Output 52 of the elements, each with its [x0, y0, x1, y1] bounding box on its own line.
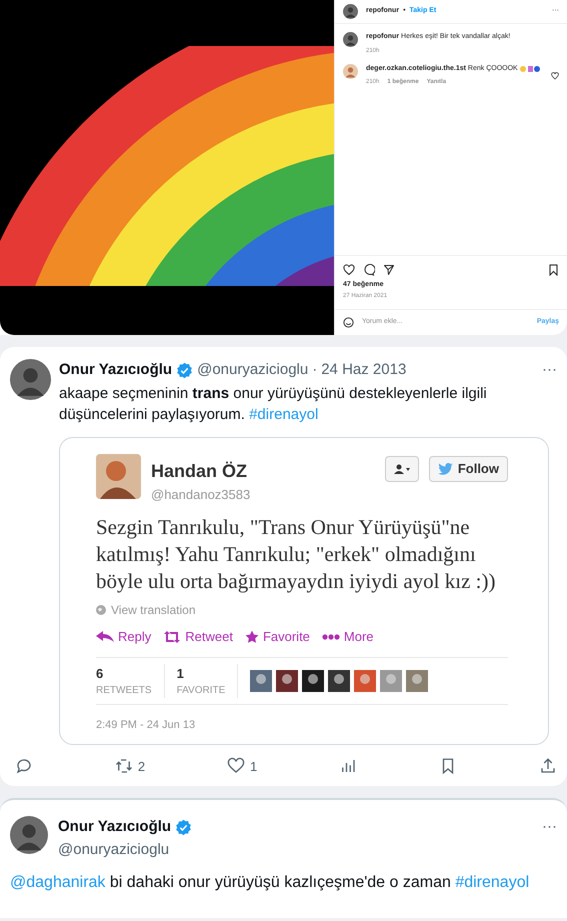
star-icon	[244, 630, 259, 644]
author-handle[interactable]: @onuryazicioglu	[197, 359, 308, 382]
tweet-text: akaape seçmeninin trans onur yürüyüşünü destekleyenlerle ilgili düşüncelerini paylaşıyorum. #direnayol	[59, 384, 488, 424]
retweet-action[interactable]: Retweet	[163, 627, 233, 646]
separator: ·	[312, 360, 318, 380]
reply-button[interactable]	[15, 757, 33, 776]
share-icon	[539, 757, 557, 776]
follow-button[interactable]: Follow	[428, 456, 508, 482]
avatar-icon[interactable]	[328, 670, 350, 692]
avatar-icon[interactable]	[276, 670, 298, 692]
avatar-icon	[10, 359, 51, 400]
tweet-date[interactable]: 24 Haz 2013	[321, 359, 406, 382]
stat-count[interactable]: 6	[96, 664, 152, 683]
tweet-text: @daghanirak bi dahaki onur yürüyüşü kazlıçeşme'de o zaman #direnayol	[10, 873, 530, 893]
retweet-icon	[163, 630, 182, 643]
author-handle[interactable]: @onuryazicioglu	[58, 838, 192, 861]
dots-icon	[322, 634, 340, 640]
avatar-icon	[10, 816, 48, 854]
like-icon	[227, 757, 246, 776]
bird-icon	[438, 462, 453, 474]
reply-action[interactable]: Reply	[96, 627, 152, 646]
reply-icon	[15, 757, 33, 776]
avatar-icon	[96, 454, 141, 498]
heart-icon[interactable]	[343, 264, 355, 276]
comment-icon[interactable]	[363, 264, 375, 276]
more-action[interactable]: More	[322, 627, 374, 646]
reply-arrow-icon	[96, 631, 114, 642]
person-icon	[394, 464, 410, 474]
timestamp: 2:49 PM - 24 Jun 13	[96, 718, 196, 733]
avatar-icon	[343, 4, 358, 19]
author-name[interactable]: Onur Yazıcıoğlu	[58, 816, 172, 838]
globe-icon	[96, 605, 106, 615]
quoted-tweet-text: Sezgin Tanrıkulu, "Trans Onur Yürüyüşü"ne katılmış! Yahu Tanrıkulu; "erkek" olmadığını böyle ulu orta bağırmayaydın iyiydi ayol kız :))	[96, 514, 496, 595]
retweet-icon	[114, 757, 133, 776]
avatar-icon	[343, 32, 358, 47]
avatar-icon[interactable]	[302, 670, 324, 692]
more-button[interactable]: ···	[542, 359, 557, 382]
favorite-action[interactable]: Favorite	[244, 627, 310, 646]
heart-icon[interactable]	[551, 72, 559, 80]
emoji-icon	[520, 66, 540, 72]
bookmark-icon[interactable]	[548, 264, 559, 276]
share-button[interactable]	[539, 757, 557, 776]
avatar-icon	[343, 64, 358, 78]
more-button[interactable]: ···	[542, 816, 557, 838]
emoji-icon[interactable]	[343, 317, 354, 328]
user-menu-button[interactable]	[384, 456, 419, 482]
send-icon[interactable]	[383, 264, 395, 276]
stat-count[interactable]: 1	[176, 664, 226, 683]
retweet-button[interactable]: 2	[114, 756, 146, 776]
like-button[interactable]: 1	[227, 756, 258, 776]
author-name[interactable]: Handan ÖZ	[151, 458, 250, 484]
author-name[interactable]: Onur Yazıcıoğlu	[59, 359, 172, 382]
